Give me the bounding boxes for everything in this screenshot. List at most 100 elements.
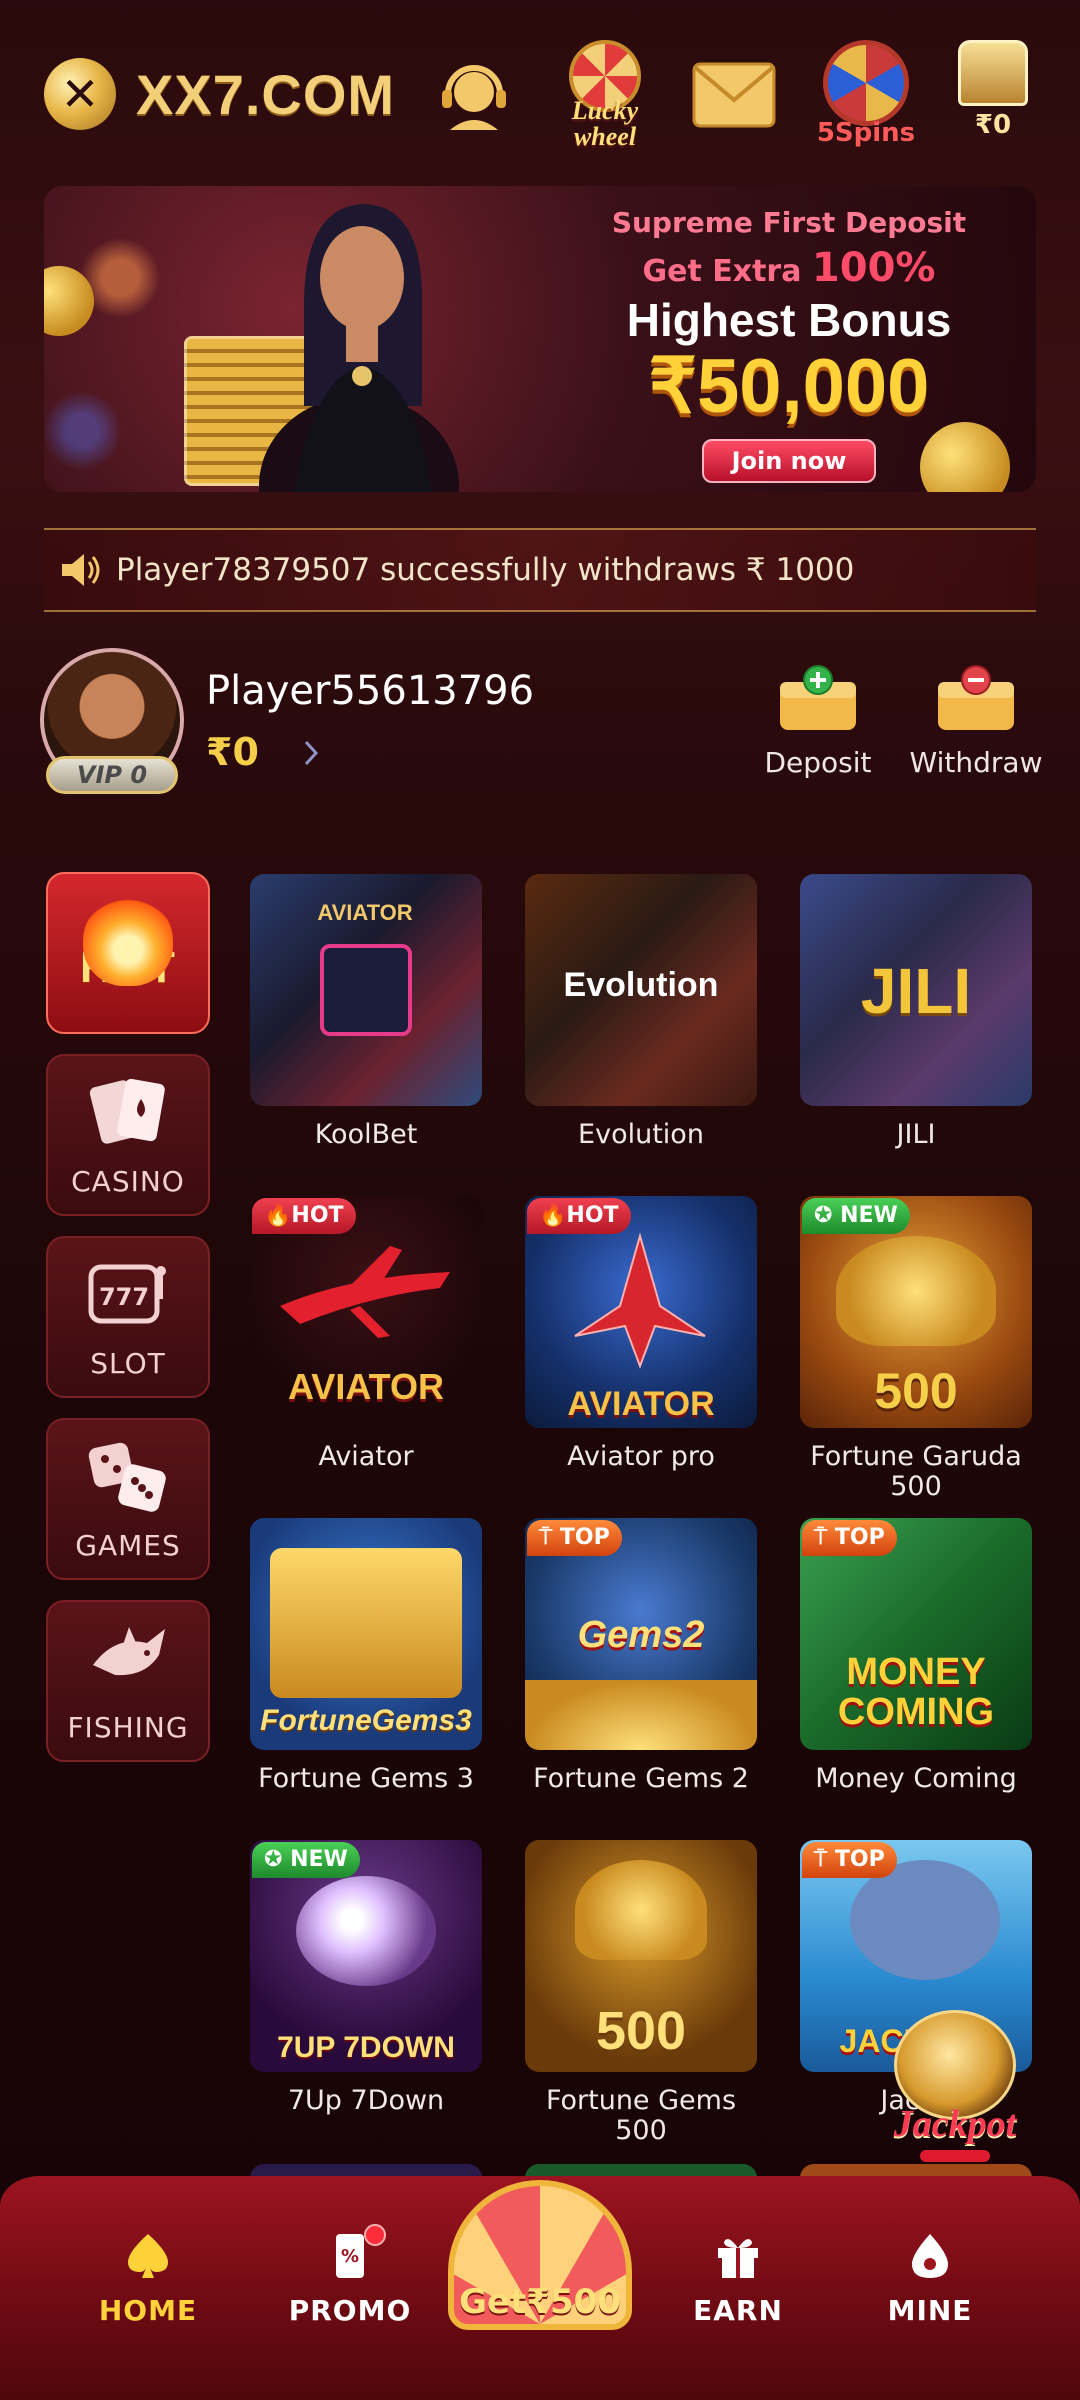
koolbet-logo-icon (320, 944, 412, 1036)
nav-home[interactable]: HOME (78, 2230, 218, 2327)
withdraw-label: Withdraw (909, 746, 1043, 779)
category-games[interactable]: GAMES (46, 1418, 210, 1580)
mail-icon[interactable] (692, 62, 776, 128)
logo-text: XX7.COM (136, 62, 396, 126)
badge-text: TOP (834, 1525, 885, 1550)
pin-icon: ⍑ (539, 1525, 560, 1550)
nav-mine[interactable]: MINE (860, 2230, 1000, 2327)
spade-icon (128, 2234, 168, 2278)
badge-text: HOT (291, 1203, 344, 1228)
pin-icon: ⍑ (814, 1847, 835, 1872)
game-tile-fortune-gems-2[interactable]: Gems2 ⍑ TOP Fortune Gems 2 (525, 1518, 757, 1794)
logo-x-icon: ✕ (44, 58, 116, 130)
game-thumbnail: FortuneGems3 (250, 1518, 482, 1750)
cards-icon (89, 1078, 165, 1144)
flame-icon: 🔥 (539, 1203, 567, 1228)
withdraw-button[interactable]: Withdraw (910, 664, 1042, 779)
game-name: 7Up 7Down (287, 2085, 445, 2116)
jet-icon (574, 1232, 706, 1369)
lucky-wheel-button[interactable]: Lucky wheel (562, 40, 648, 150)
category-label: CASINO (71, 1165, 185, 1198)
player-name: Player55613796 (206, 668, 535, 714)
badge-text: NEW (290, 1847, 348, 1872)
category-hot[interactable]: HOT (46, 872, 210, 1034)
game-art-text: JILI (860, 955, 972, 1027)
game-name: Fortune Garuda 500 (810, 1441, 1022, 1502)
game-thumbnail: MONEY COMING ⍑ TOP (800, 1518, 1032, 1750)
star-icon: ✪ (814, 1203, 841, 1228)
game-tile-7up-7down[interactable]: 7UP 7DOWN ✪ NEW 7Up 7Down (250, 1840, 482, 2116)
game-tile-fortune-garuda-500[interactable]: 500 ✪ NEW Fortune Garuda 500 (800, 1196, 1032, 1502)
svg-text:777: 777 (99, 1283, 149, 1311)
game-art-text: 7UP 7DOWN (277, 2031, 455, 2064)
game-tile-jili[interactable]: JILI JILI (800, 874, 1032, 1150)
lucky-wheel-label: Lucky wheel (571, 96, 639, 151)
game-tile-aviator[interactable]: AVIATOR 🔥HOT Aviator (250, 1196, 482, 1472)
get-bonus-wheel-button[interactable]: Get₹500 (448, 2180, 632, 2380)
banner-headline: Highest Bonus (626, 294, 952, 346)
jackpot-floating-button[interactable]: Jackpot (880, 2010, 1030, 2162)
badge-text: TOP (834, 1847, 885, 1872)
game-name: KoolBet (314, 1119, 418, 1150)
nav-label: HOME (98, 2294, 198, 2327)
gem-chest-image (270, 1548, 462, 1698)
chest-amount: ₹0 (974, 110, 1012, 140)
gold-coins-image (525, 1680, 757, 1750)
shark-art-image (850, 1860, 1000, 1980)
game-art-text: Evolution (563, 966, 719, 1004)
plane-icon (280, 1246, 450, 1338)
wallet-plus-icon (780, 665, 856, 730)
game-tile-evolution[interactable]: Evolution Evolution (525, 874, 757, 1150)
chevron-right-icon[interactable] (300, 738, 322, 768)
flame-icon (83, 896, 173, 986)
category-label: GAMES (75, 1529, 181, 1562)
game-name: Evolution (578, 1119, 704, 1150)
join-now-button[interactable]: Join now (701, 439, 877, 483)
top-badge: ⍑ TOP (802, 1842, 897, 1878)
balance-amount: ₹0 (206, 730, 259, 774)
promo-banner[interactable]: Supreme First Deposit Get Extra 100% Hig… (44, 186, 1036, 492)
category-slot[interactable]: 777 SLOT (46, 1236, 210, 1398)
game-name: Money Coming (815, 1763, 1017, 1794)
spins-button[interactable]: 5Spins (812, 40, 920, 148)
banner-copy: Supreme First Deposit Get Extra 100% Hig… (564, 206, 1014, 483)
nav-earn[interactable]: EARN (668, 2230, 808, 2327)
new-badge: ✪ NEW (252, 1842, 360, 1878)
treasure-chest-icon (958, 40, 1028, 106)
game-thumbnail: 500 (525, 1840, 757, 2072)
game-name: Aviator (318, 1441, 414, 1472)
svg-text:%: % (341, 2246, 359, 2267)
nav-label: MINE (887, 2294, 973, 2327)
banner-line-2: Get Extra 100% (564, 245, 1014, 291)
brand-logo[interactable]: ✕ XX7.COM (44, 58, 395, 130)
game-thumbnail: AVIATOR 🔥HOT (250, 1196, 482, 1428)
game-tile-fortune-gems-500[interactable]: 500 Fortune Gems 500 (525, 1840, 757, 2146)
game-tile-aviator-pro[interactable]: AVIATOR 🔥HOT Aviator pro (525, 1196, 757, 1472)
game-art-text: AVIATOR (567, 1385, 715, 1423)
banner-line-1: Supreme First Deposit (611, 206, 967, 239)
badge-text: HOT (566, 1203, 619, 1228)
deposit-button[interactable]: Deposit (758, 664, 878, 779)
top-badge: ⍑ TOP (802, 1520, 897, 1556)
category-fishing[interactable]: FISHING (46, 1600, 210, 1762)
dice-dome-image (296, 1876, 436, 1986)
game-tile-fortune-gems-3[interactable]: FortuneGems3 Fortune Gems 3 (250, 1518, 482, 1794)
golden-mask-image (575, 1860, 707, 1960)
garuda-art-image (836, 1236, 996, 1346)
game-tile-money-coming[interactable]: MONEY COMING ⍑ TOP Money Coming (800, 1518, 1032, 1794)
category-casino[interactable]: CASINO (46, 1054, 210, 1216)
game-name: Fortune Gems 3 (258, 1763, 474, 1794)
withdraw-ticker: Player78379507 successfully withdraws ₹ … (44, 528, 1036, 612)
game-art-text: FortuneGems3 (260, 1704, 472, 1737)
treasure-chest-button[interactable]: ₹0 (950, 40, 1036, 140)
customer-support-icon[interactable] (436, 60, 512, 136)
hot-badge: 🔥HOT (252, 1198, 356, 1234)
nav-label: EARN (693, 2294, 783, 2327)
game-art-text: Gems2 (577, 1614, 705, 1656)
game-thumbnail: Evolution (525, 874, 757, 1106)
game-name: JILI (896, 1119, 936, 1150)
nav-promo[interactable]: % PROMO (280, 2224, 420, 2327)
banner-amount: ₹50,000 (648, 344, 930, 429)
game-tile-koolbet[interactable]: AVIATOR KoolBet (250, 874, 482, 1150)
game-thumbnail: 500 ✪ NEW (800, 1196, 1032, 1428)
